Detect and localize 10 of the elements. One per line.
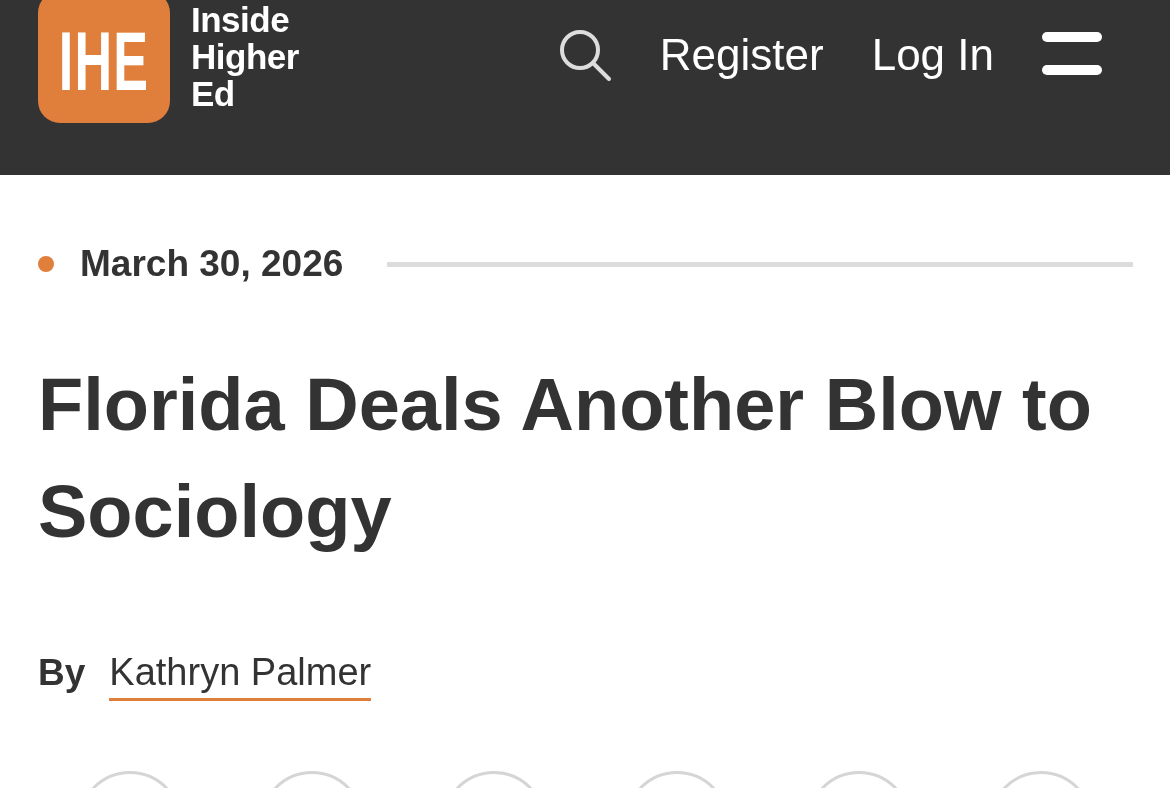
- bullet-icon: [38, 256, 54, 272]
- author-link[interactable]: Kathryn Palmer: [109, 651, 372, 701]
- nav-link[interactable]: Log In: [871, 30, 994, 80]
- search-icon[interactable]: [557, 28, 612, 82]
- logo-text[interactable]: Inside Higher Ed: [191, 1, 299, 112]
- menu-icon[interactable]: [1042, 32, 1102, 78]
- nav-link[interactable]: Register: [659, 30, 824, 80]
- article-date: March 30, 2026: [80, 243, 344, 285]
- article-title: Florida Deals Another Blow to Sociology: [38, 362, 1093, 555]
- byline-label: By: [38, 652, 86, 694]
